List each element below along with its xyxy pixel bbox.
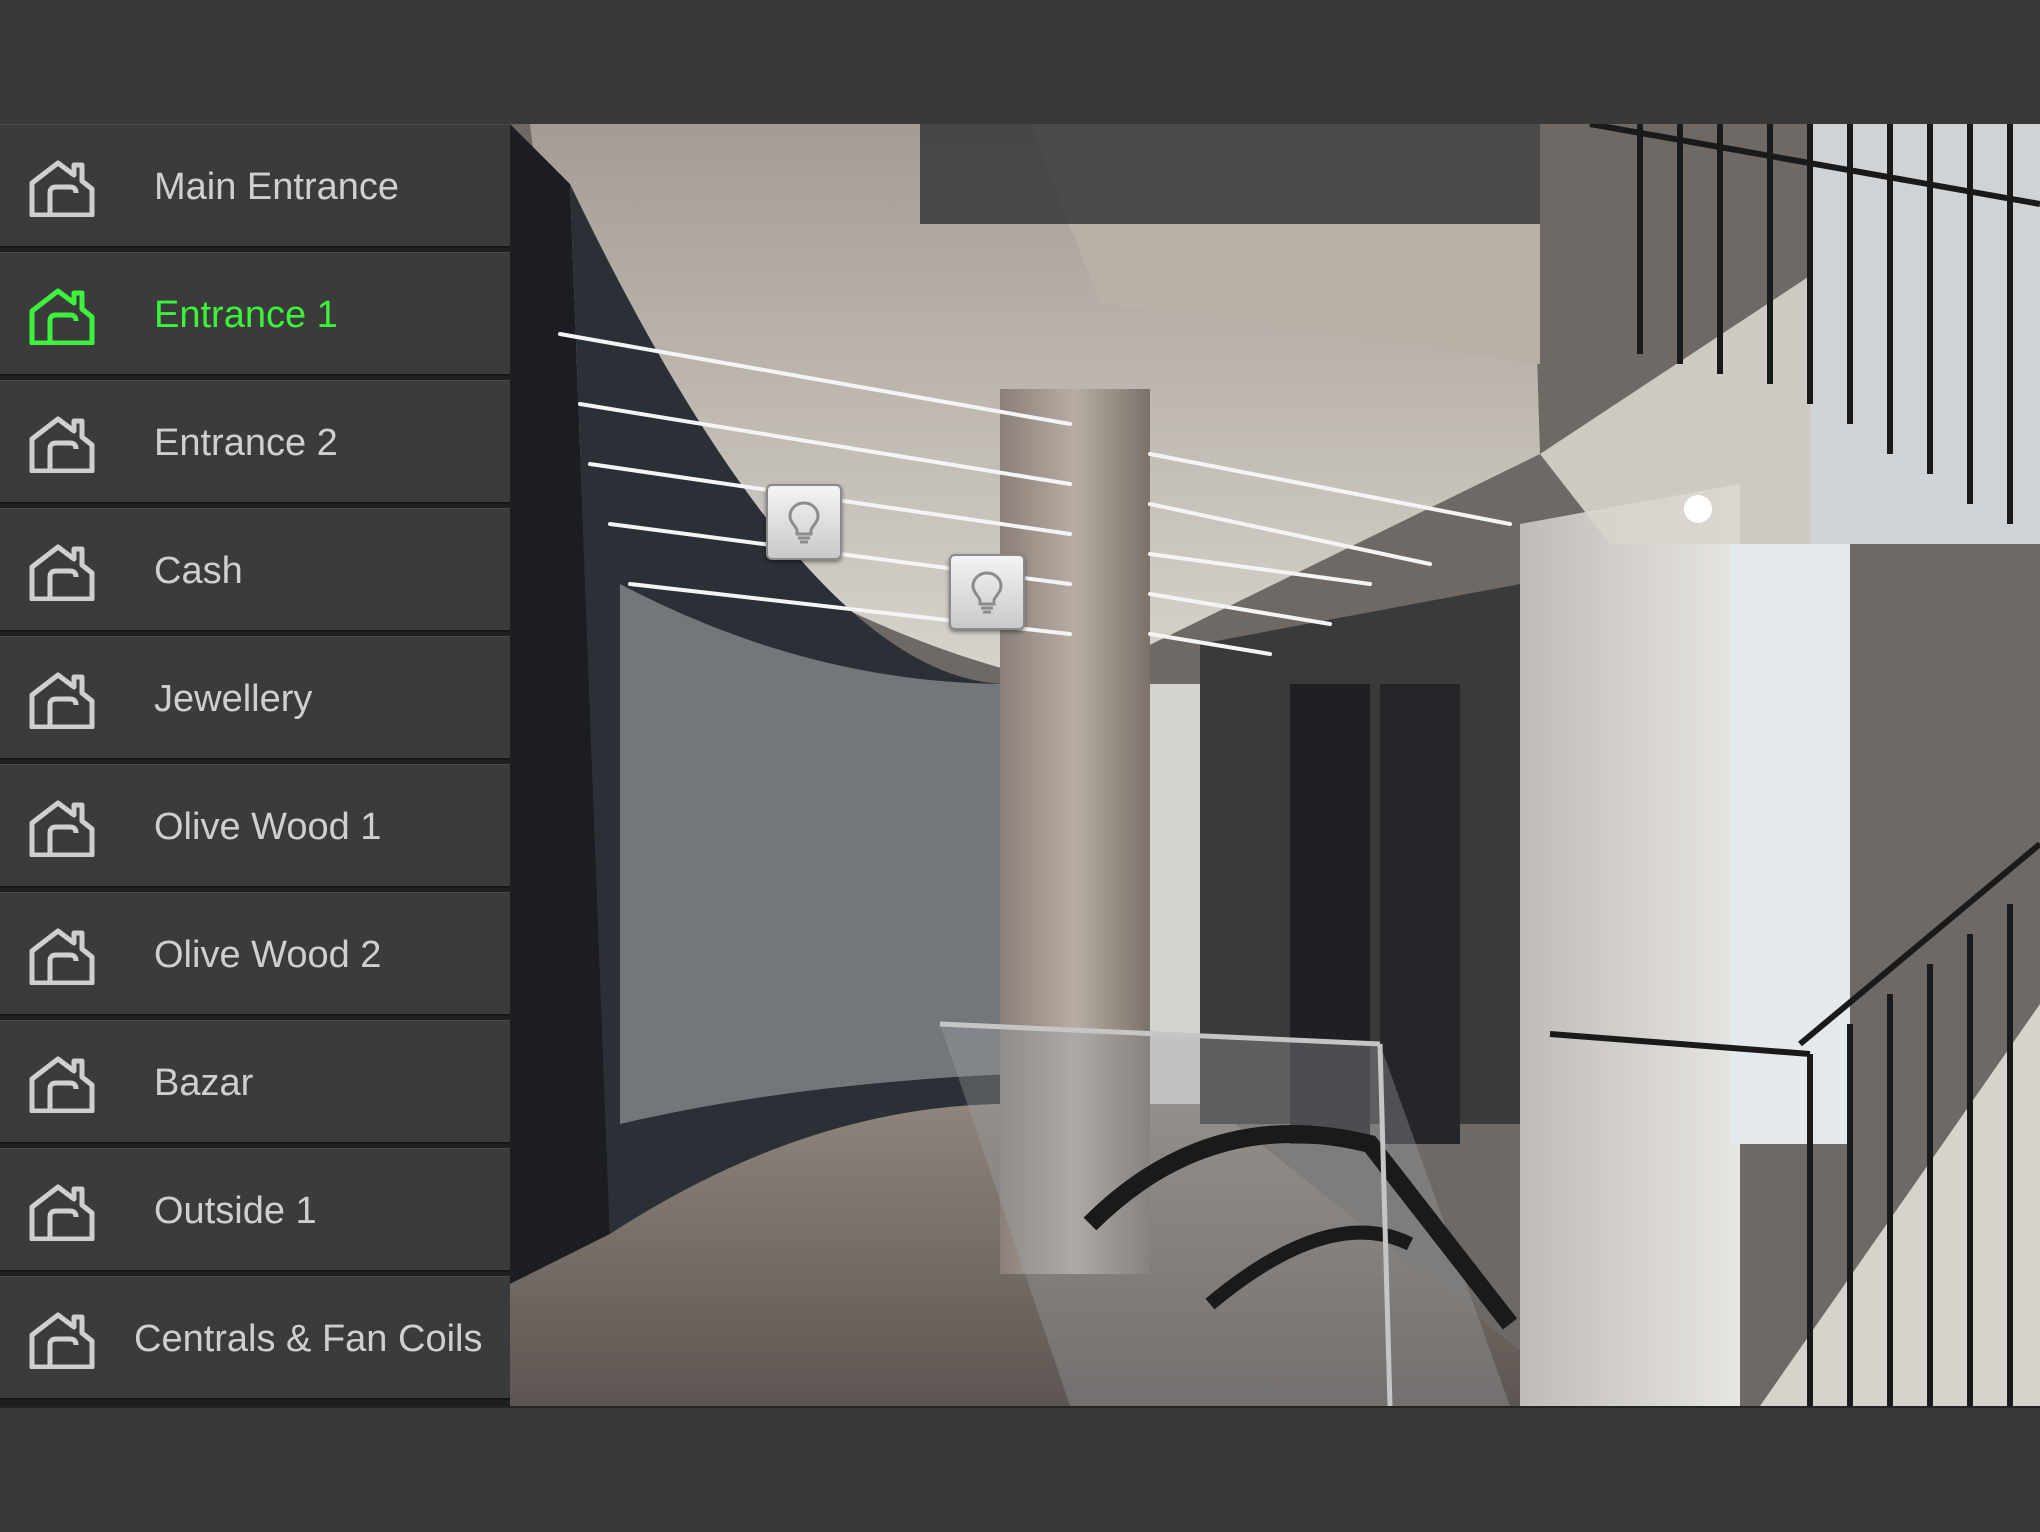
home-icon xyxy=(29,800,95,857)
top-bar xyxy=(0,0,2040,126)
zone-item-jewellery[interactable]: Jewellery xyxy=(0,636,510,760)
home-icon xyxy=(29,672,95,729)
zone-item-outside-1[interactable]: Outside 1 xyxy=(0,1148,510,1272)
home-icon xyxy=(29,416,95,473)
zone-label: Main Entrance xyxy=(154,166,400,208)
home-icon xyxy=(29,1184,95,1241)
home-icon xyxy=(29,288,95,345)
light-toggle-button[interactable] xyxy=(766,484,842,560)
zone-label: Jewellery xyxy=(154,678,313,720)
zone-item-olive-wood-2[interactable]: Olive Wood 2 xyxy=(0,892,510,1016)
room-photo xyxy=(510,124,2040,1406)
zone-label: Cash xyxy=(154,550,243,592)
zone-item-entrance-1[interactable]: Entrance 1 xyxy=(0,252,510,376)
home-icon xyxy=(29,928,95,985)
zone-item-centrals-fan-coils[interactable]: Centrals & Fan Coils xyxy=(0,1276,510,1400)
zone-item-entrance-2[interactable]: Entrance 2 xyxy=(0,380,510,504)
home-icon xyxy=(29,544,95,601)
zone-sidebar: Main Entrance Entrance 1 Entrance 2 Cash… xyxy=(0,124,510,1406)
zone-label: Olive Wood 1 xyxy=(154,806,382,848)
zone-label: Bazar xyxy=(154,1062,254,1104)
zone-item-bazar[interactable]: Bazar xyxy=(0,1020,510,1144)
zone-item-cash[interactable]: Cash xyxy=(0,508,510,632)
zone-label: Entrance 2 xyxy=(154,422,338,464)
zone-item-main-entrance[interactable]: Main Entrance xyxy=(0,124,510,248)
lightbulb-icon xyxy=(971,571,1003,614)
home-icon xyxy=(29,1056,95,1113)
lightbulb-icon xyxy=(788,501,820,544)
zone-label: Centrals & Fan Coils xyxy=(134,1318,483,1360)
home-icon xyxy=(29,160,95,217)
zone-label: Entrance 1 xyxy=(154,294,338,336)
zone-item-olive-wood-1[interactable]: Olive Wood 1 xyxy=(0,764,510,888)
app-window: Main Entrance Entrance 1 Entrance 2 Cash… xyxy=(0,0,2040,1532)
zone-label: Olive Wood 2 xyxy=(154,934,382,976)
bottom-bar xyxy=(0,1406,2040,1532)
zone-label: Outside 1 xyxy=(154,1190,317,1232)
room-photo-view xyxy=(510,124,2040,1406)
light-toggle-button[interactable] xyxy=(949,554,1025,630)
home-icon xyxy=(29,1312,95,1369)
